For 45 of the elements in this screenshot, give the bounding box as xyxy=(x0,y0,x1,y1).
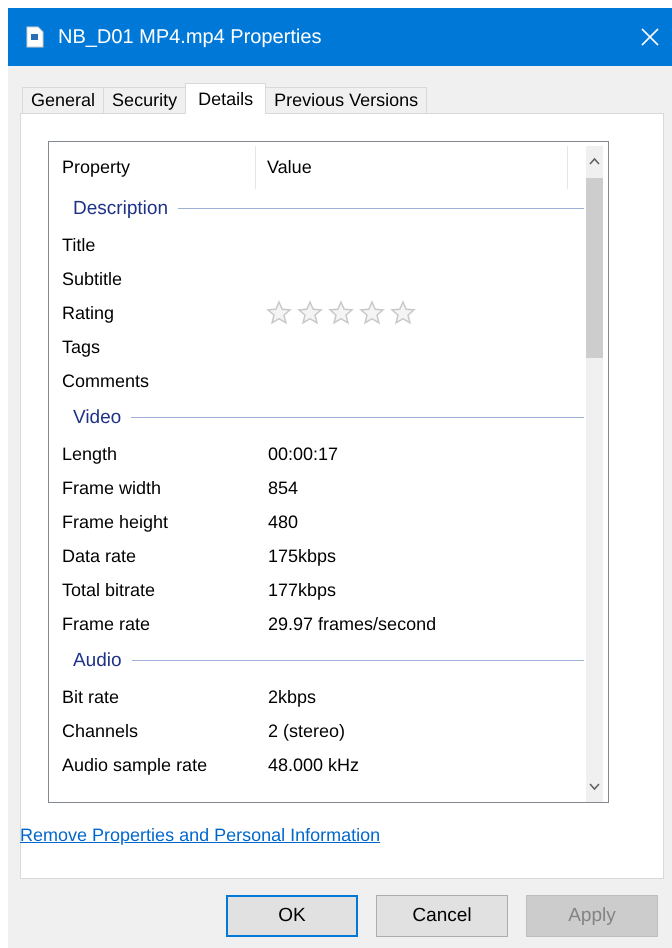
property-name: Channels xyxy=(61,720,140,742)
property-name: Rating xyxy=(61,302,116,324)
column-header[interactable]: Value xyxy=(256,146,568,189)
property-value: 854 xyxy=(268,478,298,498)
column-header[interactable]: Property xyxy=(49,146,256,189)
tab[interactable]: Security xyxy=(103,87,186,113)
property-name: Frame rate xyxy=(61,614,152,634)
property-value: 2 (stereo) xyxy=(268,720,346,742)
star-icon[interactable] xyxy=(266,300,292,326)
group-heading: Description xyxy=(73,198,168,220)
star-icon[interactable] xyxy=(328,300,354,326)
property-name: Subtitle xyxy=(61,268,124,290)
tab[interactable]: General xyxy=(22,87,104,113)
property-value: 00:00:17 xyxy=(268,444,338,464)
close-icon[interactable] xyxy=(640,27,660,47)
property-name: Frame width xyxy=(61,478,162,498)
property-name: Total bitrate xyxy=(61,580,156,600)
scroll-thumb[interactable] xyxy=(586,178,603,358)
property-name: Length xyxy=(61,444,118,464)
dialog-button[interactable]: OK xyxy=(226,895,358,937)
remove-properties-link[interactable]: Remove Properties and Personal Information xyxy=(20,825,380,846)
property-name: Audio sample rate xyxy=(61,754,208,776)
property-value: 480 xyxy=(268,512,298,532)
property-name: Comments xyxy=(61,370,150,392)
window-title: NB_D01 MP4.mp4 Properties xyxy=(58,26,322,48)
property-name: Data rate xyxy=(61,546,138,566)
group-heading: Video xyxy=(73,406,122,428)
property-value: 48.000 kHz xyxy=(268,754,360,776)
property-name: Bit rate xyxy=(61,686,120,708)
property-name: Title xyxy=(61,234,96,256)
dialog-button[interactable]: Cancel xyxy=(376,895,508,937)
property-value: 29.97 frames/second xyxy=(268,614,436,634)
property-value: 2kbps xyxy=(268,686,316,708)
tab[interactable]: Previous Versions xyxy=(265,87,428,113)
group-heading: Audio xyxy=(73,650,122,672)
star-icon[interactable] xyxy=(297,300,323,326)
tab[interactable]: Details xyxy=(185,83,266,114)
property-name: Frame height xyxy=(61,512,170,532)
property-name: Tags xyxy=(61,336,102,358)
star-icon[interactable] xyxy=(359,300,385,326)
property-value: 175kbps xyxy=(268,546,336,566)
star-icon[interactable] xyxy=(390,300,416,326)
property-value: 177kbps xyxy=(268,580,336,600)
file-icon xyxy=(26,26,44,48)
scrollbar[interactable] xyxy=(586,146,603,802)
